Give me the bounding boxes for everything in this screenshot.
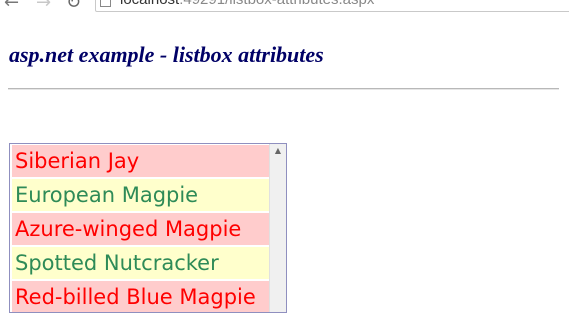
reload-icon[interactable]: ↻ [66,0,81,12]
listbox-item[interactable]: Azure-winged Magpie [12,213,270,245]
listbox-item[interactable]: Siberian Jay [12,145,270,177]
url-path: :49291/listbox-attributes.aspx [179,0,374,8]
listbox-item[interactable]: Spotted Nutcracker [12,247,270,279]
listbox-item[interactable]: Red-billed Blue Magpie [12,281,270,312]
listbox-item[interactable]: European Magpie [12,179,270,211]
url-text[interactable]: localhost:49291/listbox-attributes.aspx [120,0,374,8]
page-title: asp.net example - listbox attributes [9,42,324,67]
divider [8,88,559,90]
listbox[interactable]: Siberian Jay European Magpie Azure-winge… [9,143,287,313]
url-host: localhost [120,0,179,8]
back-arrow-icon[interactable]: ← [4,0,19,12]
listbox-scrollbar[interactable]: ▲ [269,144,286,312]
forward-arrow-icon[interactable]: → [36,0,51,12]
browser-toolbar: ← → ↻ localhost:49291/listbox-attributes… [0,0,569,14]
scroll-up-arrow-icon[interactable]: ▲ [270,144,286,158]
address-bar[interactable]: localhost:49291/listbox-attributes.aspx [95,0,569,12]
page-icon [100,0,111,7]
